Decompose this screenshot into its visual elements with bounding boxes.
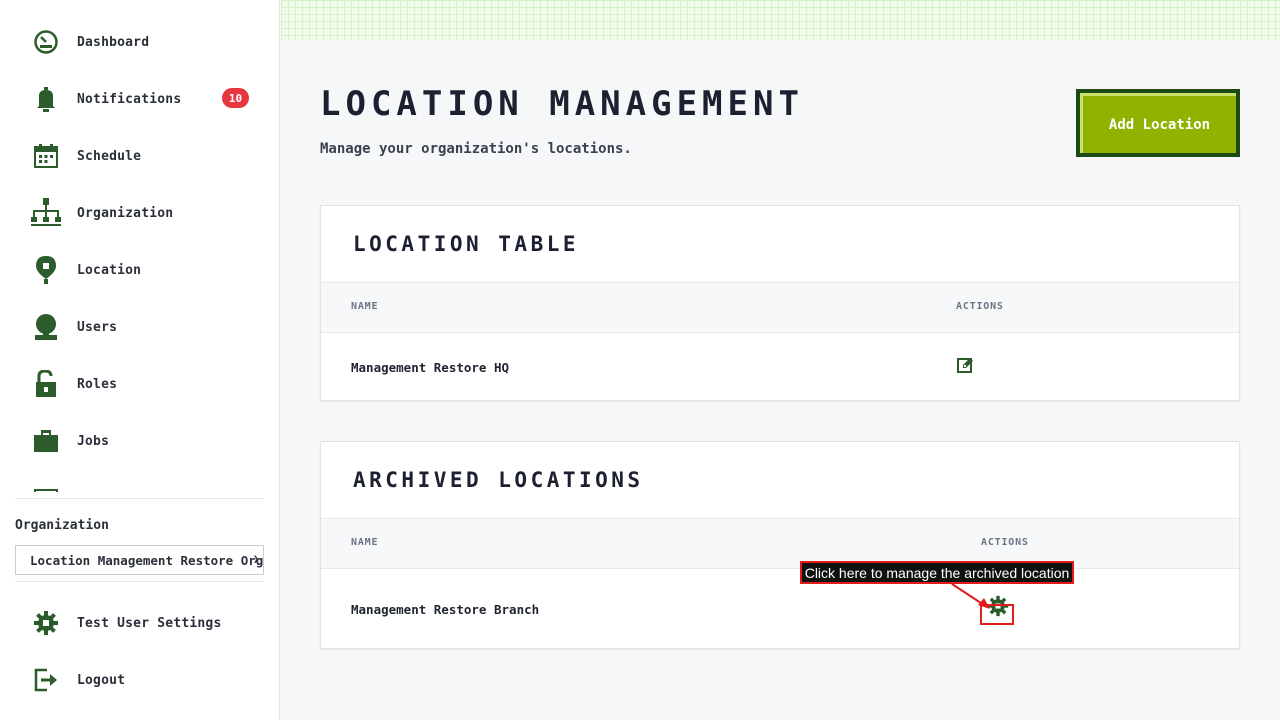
sidebar-item-label: Roles xyxy=(77,376,118,392)
organization-select[interactable]: Location Management Restore Org ❯ xyxy=(15,545,264,575)
logout-label: Logout xyxy=(77,672,126,688)
edit-icon[interactable] xyxy=(957,356,977,376)
sidebar-item-location[interactable]: Location xyxy=(30,250,270,290)
column-header-actions: Actions xyxy=(981,537,1029,548)
sidebar-item-label: Dashboard xyxy=(77,34,150,50)
sidebar-item-dashboard[interactable]: Dashboard xyxy=(30,22,270,62)
table-header: Name Actions xyxy=(321,282,1239,333)
logout-icon xyxy=(30,664,62,696)
table-header: Name Actions xyxy=(321,518,1239,569)
map-pin-icon xyxy=(30,254,62,286)
location-name: Management Restore HQ xyxy=(351,360,510,375)
organization-label: Organization xyxy=(15,518,109,533)
settings-button[interactable]: Test User Settings xyxy=(30,603,270,643)
table-row: Management Restore HQ xyxy=(321,334,1239,400)
decorative-grid-banner xyxy=(281,0,1280,40)
sidebar-nav: Dashboard Notifications 10 Schedule Orga… xyxy=(0,0,280,492)
add-location-button-label: Add Location xyxy=(1080,93,1236,153)
column-header-name: Name xyxy=(351,301,379,312)
sidebar-item-jobs[interactable]: Jobs xyxy=(30,421,270,461)
column-header-actions: Actions xyxy=(956,301,1004,312)
sidebar-item-label: Jobs xyxy=(77,433,110,449)
sidebar-item-schedule[interactable]: Schedule xyxy=(30,136,270,176)
sidebar: Dashboard Notifications 10 Schedule Orga… xyxy=(0,0,280,720)
org-chart-icon xyxy=(30,197,62,229)
location-table-card: Location Table Name Actions Management R… xyxy=(320,205,1240,401)
briefcase-icon xyxy=(30,425,62,457)
divider xyxy=(15,581,264,582)
lock-icon xyxy=(30,368,62,400)
location-table-title: Location Table xyxy=(353,232,580,256)
sidebar-item-organization[interactable]: Organization xyxy=(30,193,270,233)
organization-select-value: Location Management Restore Org xyxy=(30,552,264,568)
sidebar-item-label: Notifications xyxy=(77,91,182,107)
divider xyxy=(15,498,264,499)
column-header-name: Name xyxy=(351,537,379,548)
gear-icon xyxy=(30,607,62,639)
archived-locations-title: Archived Locations xyxy=(353,468,644,492)
annotation-target-box xyxy=(980,604,1014,625)
sidebar-item-roles[interactable]: Roles xyxy=(30,364,270,404)
chevron-down-icon: ❯ xyxy=(252,554,259,565)
dashboard-icon xyxy=(30,26,62,58)
user-icon xyxy=(30,311,62,343)
calendar-icon xyxy=(30,140,62,172)
bell-icon xyxy=(30,83,62,115)
add-location-button[interactable]: Add Location xyxy=(1076,89,1240,157)
table-row: Management Restore Branch xyxy=(321,570,1239,648)
sidebar-item-label: Users xyxy=(77,319,118,335)
notification-count-badge: 10 xyxy=(222,88,249,108)
sidebar-item-label: Location xyxy=(77,262,142,278)
settings-label: Test User Settings xyxy=(77,615,222,631)
sidebar-next-item-icon xyxy=(34,489,58,492)
sidebar-item-users[interactable]: Users xyxy=(30,307,270,347)
sidebar-item-label: Schedule xyxy=(77,148,142,164)
sidebar-item-notifications[interactable]: Notifications 10 xyxy=(30,79,270,119)
sidebar-item-label: Organization xyxy=(77,205,174,221)
archived-locations-card: Archived Locations Name Actions Manageme… xyxy=(320,441,1240,649)
page-subtitle: Manage your organization's locations. xyxy=(320,141,632,157)
logout-button[interactable]: Logout xyxy=(30,660,270,700)
page-title: Location Management xyxy=(320,84,804,124)
annotation-callout: Click here to manage the archived locati… xyxy=(800,561,1074,584)
archived-location-name: Management Restore Branch xyxy=(351,602,540,617)
